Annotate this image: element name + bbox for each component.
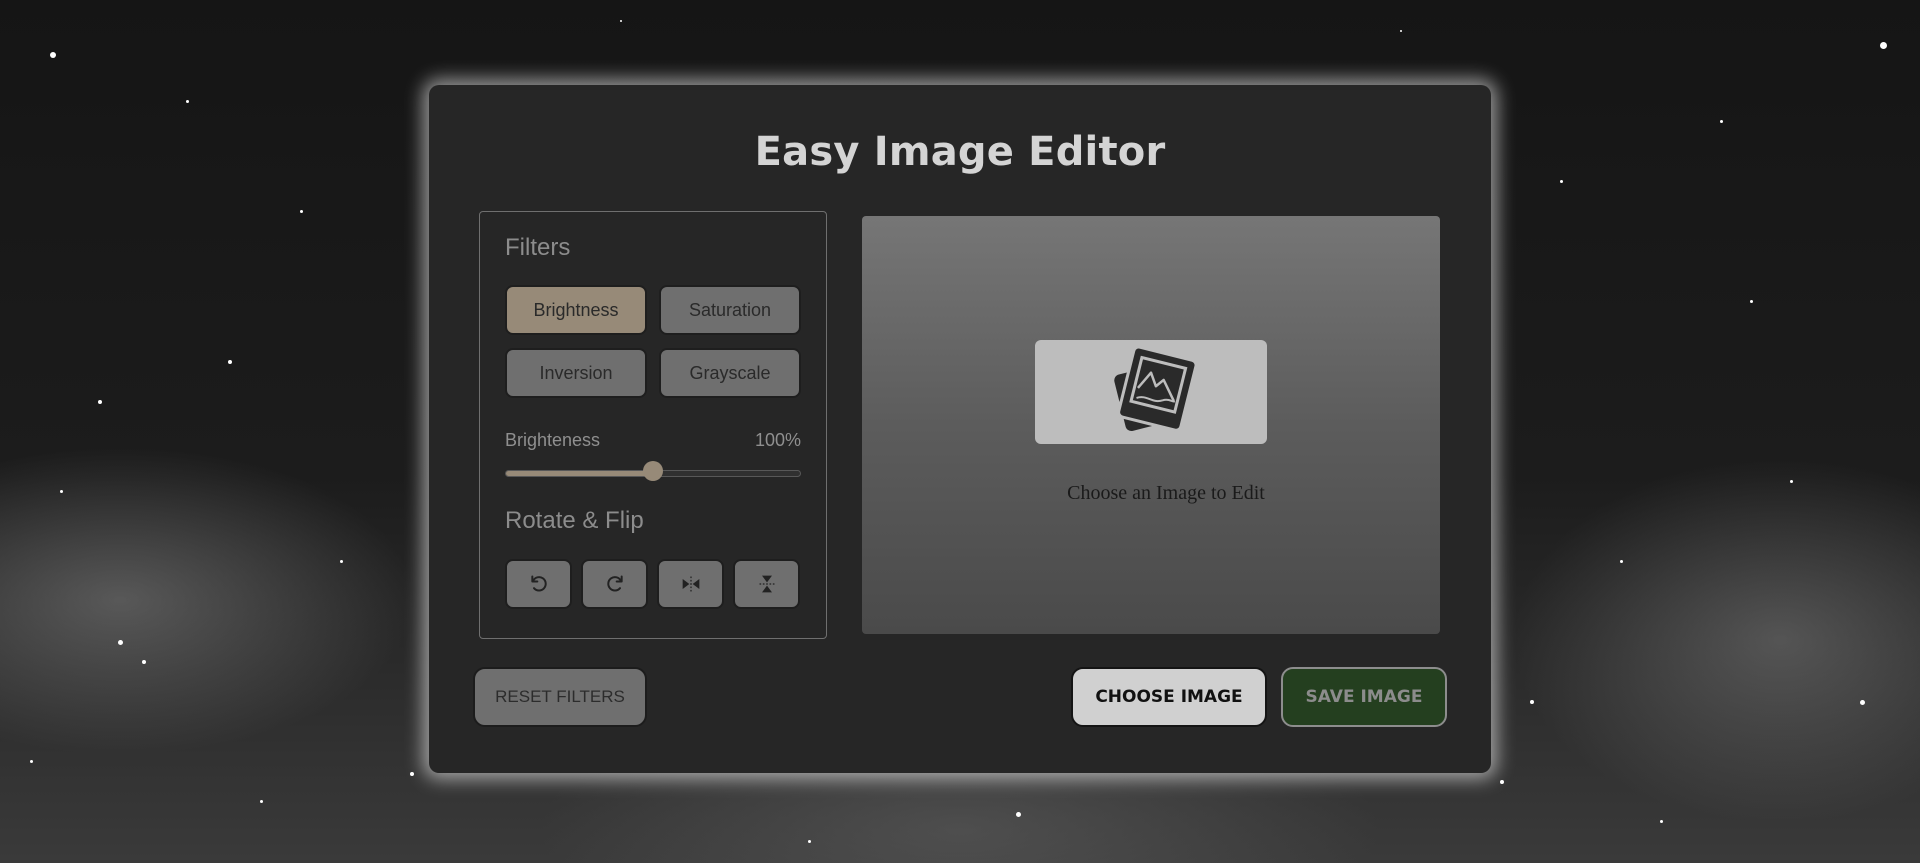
reset-filters-button[interactable]: RESET FILTERS: [473, 667, 647, 727]
image-placeholder-card: [1035, 340, 1267, 444]
choose-image-button[interactable]: CHOOSE IMAGE: [1071, 667, 1267, 727]
flip-vertical-button[interactable]: [733, 559, 800, 609]
preview-placeholder-text: Choose an Image to Edit: [1067, 482, 1265, 504]
image-preview-area: Choose an Image to Edit: [862, 216, 1440, 634]
filters-heading: Filters: [505, 234, 571, 261]
rotate-flip-heading: Rotate & Flip: [505, 507, 644, 534]
rotate-left-button[interactable]: [505, 559, 572, 609]
rotate-right-icon: [606, 575, 623, 592]
flip-horizontal-button[interactable]: [657, 559, 724, 609]
flip-vertical-icon: [759, 575, 774, 593]
filter-grayscale-button[interactable]: Grayscale: [659, 348, 801, 398]
save-image-button[interactable]: SAVE IMAGE: [1281, 667, 1447, 727]
slider-thumb[interactable]: [643, 461, 663, 481]
image-placeholder-icon: [1114, 345, 1198, 432]
filter-brightness-button[interactable]: Brightness: [505, 285, 647, 335]
controls-panel: Filters Brightness Saturation Inversion …: [479, 211, 827, 639]
filter-saturation-button[interactable]: Saturation: [659, 285, 801, 335]
slider-value-label: 100%: [754, 430, 801, 450]
slider-name-label: Brighteness: [505, 430, 601, 450]
editor-panel: Easy Image Editor Filters Brightness Sat…: [429, 85, 1491, 773]
filter-inversion-button[interactable]: Inversion: [505, 348, 647, 398]
page-title: Easy Image Editor: [754, 129, 1166, 175]
rotate-right-button[interactable]: [581, 559, 648, 609]
rotate-left-icon: [530, 575, 547, 592]
slider-fill: [506, 471, 654, 476]
flip-horizontal-icon: [682, 576, 699, 592]
